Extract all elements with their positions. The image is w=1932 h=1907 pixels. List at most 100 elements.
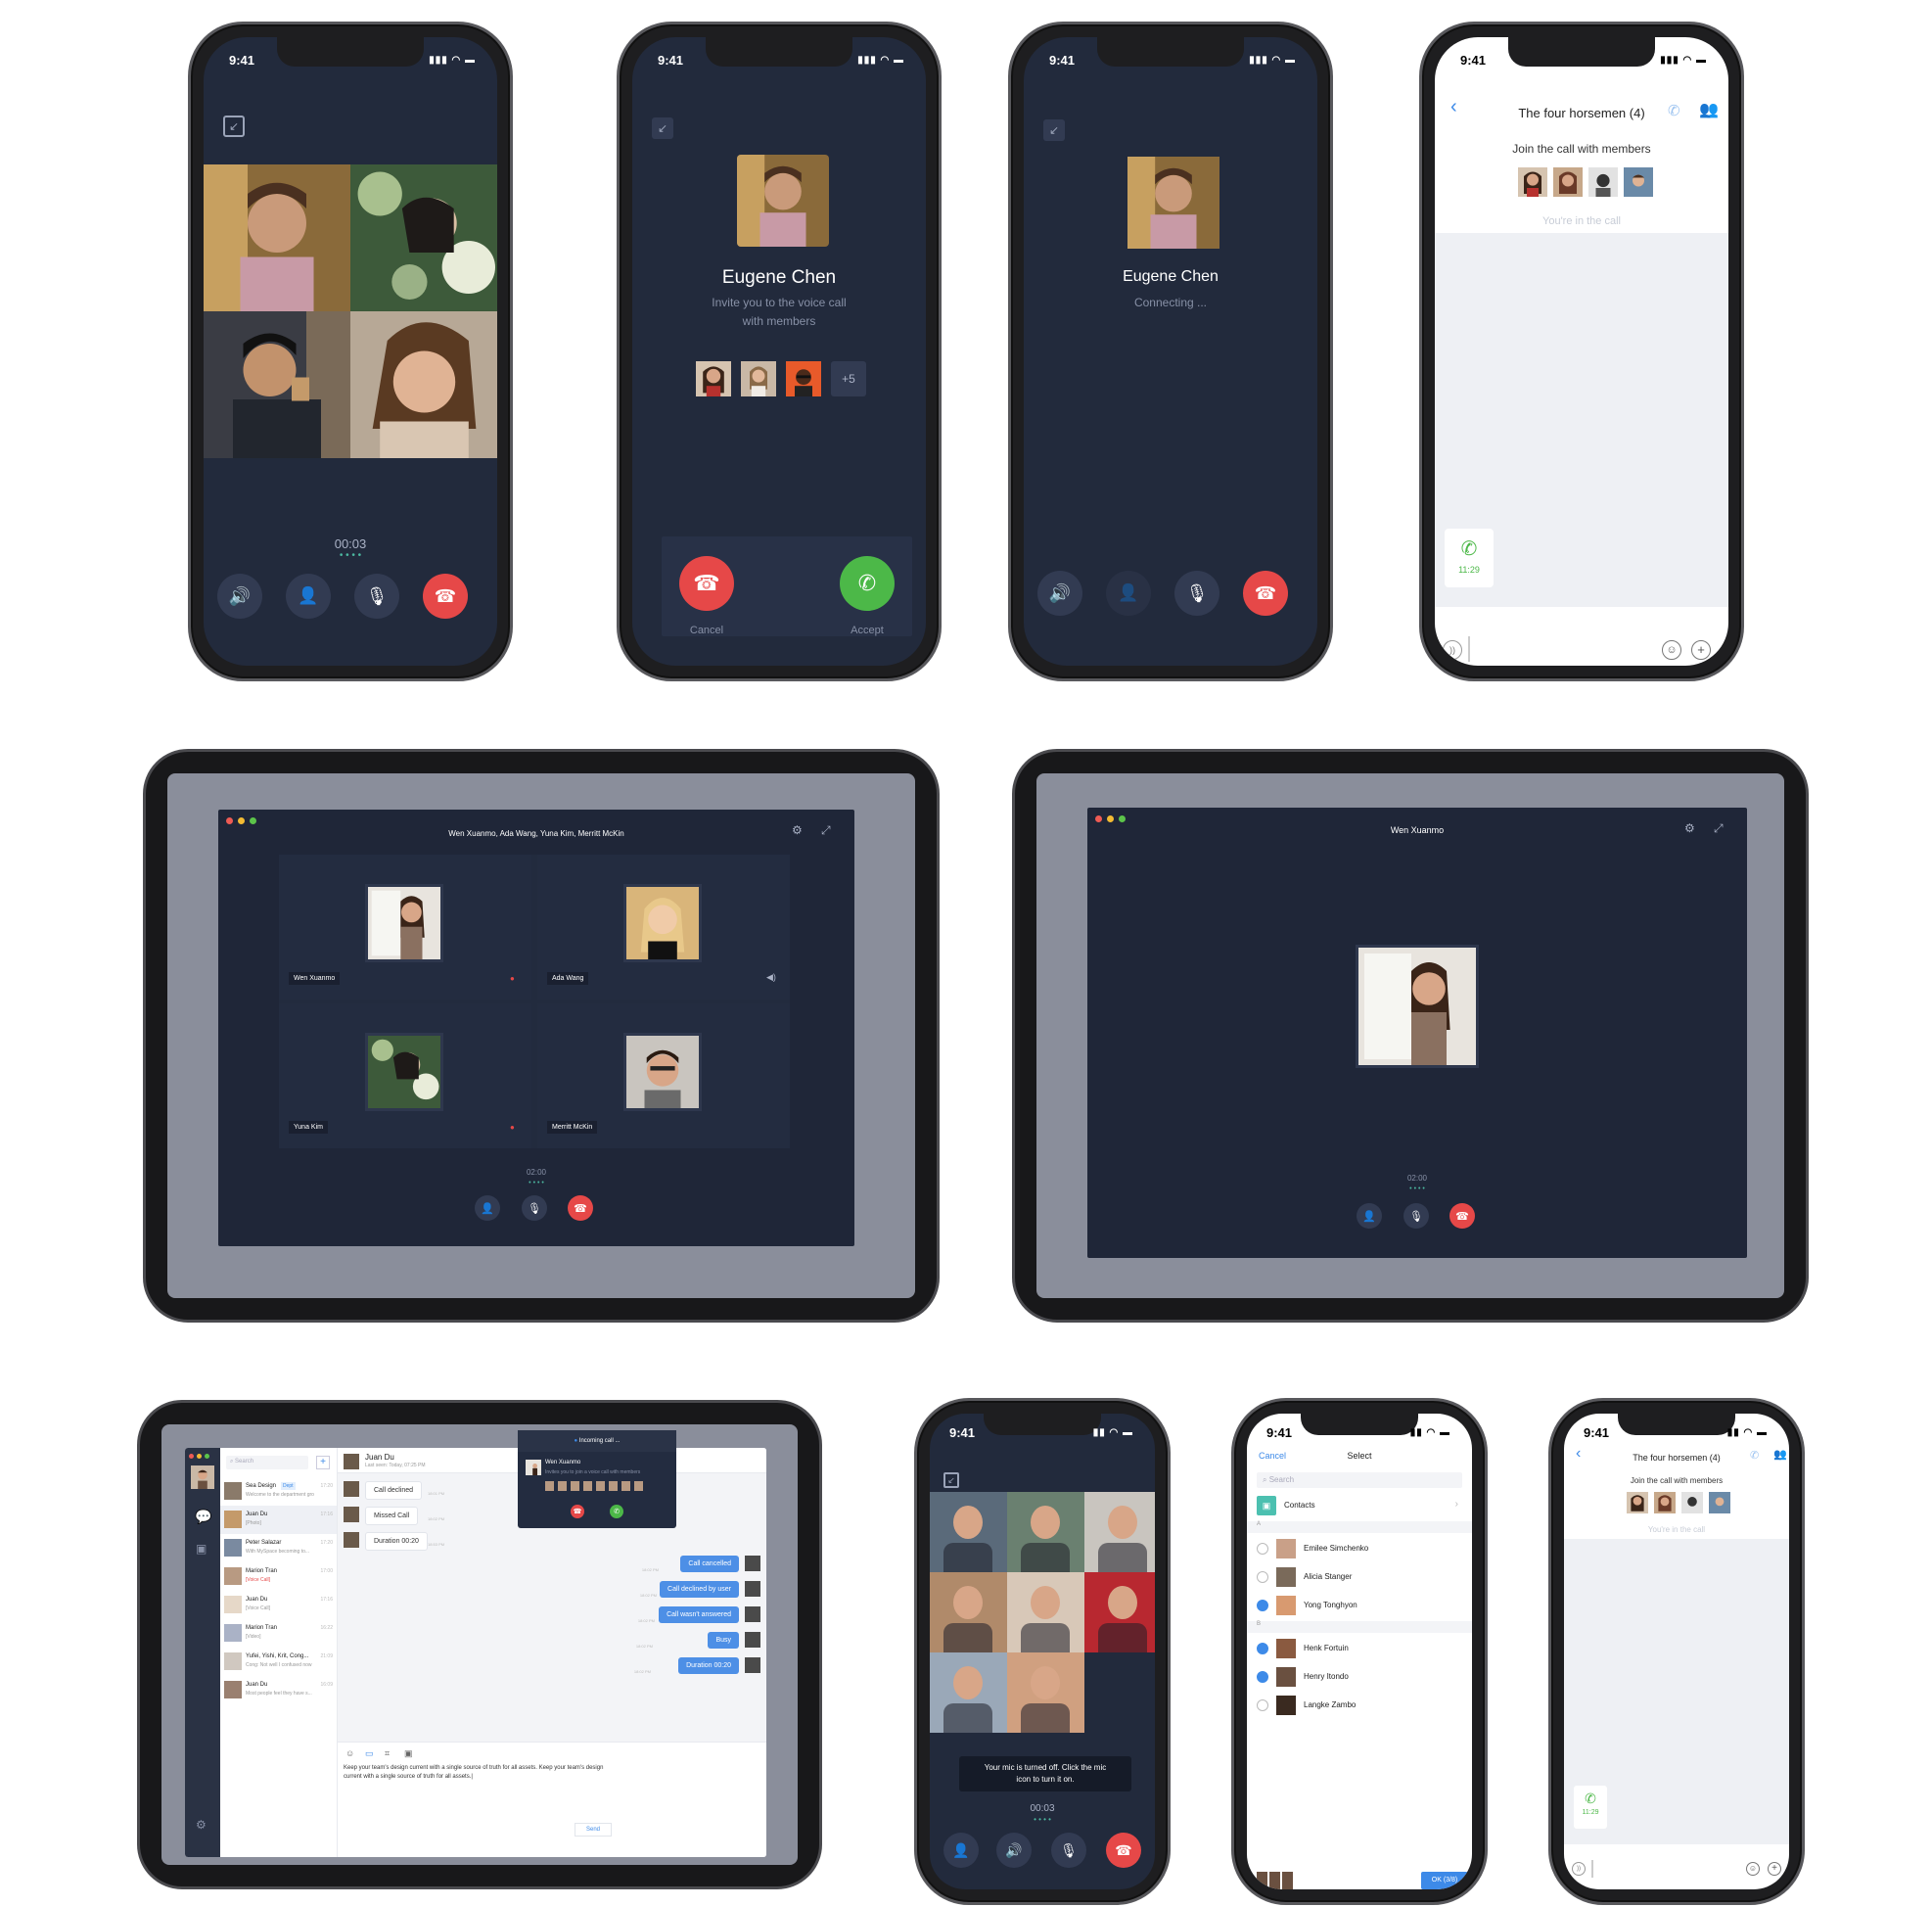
- select-checkbox[interactable]: [1257, 1699, 1268, 1711]
- decline-button[interactable]: ☎: [571, 1505, 584, 1518]
- folder-icon[interactable]: ▭: [365, 1748, 374, 1759]
- cancel-label: Cancel: [689, 625, 724, 636]
- hang-up-button[interactable]: ☎: [1243, 571, 1288, 616]
- avatar: [224, 1681, 242, 1698]
- mic-button[interactable]: 🎙: [354, 574, 399, 619]
- mic-button[interactable]: 🎙: [522, 1195, 547, 1221]
- add-icon[interactable]: +: [1768, 1862, 1781, 1876]
- contacts-row[interactable]: ▣ Contacts ›: [1257, 1496, 1462, 1515]
- select-checkbox[interactable]: [1257, 1643, 1268, 1654]
- mic-button[interactable]: 🎙: [1174, 571, 1219, 616]
- mic-button[interactable]: 🎙: [1051, 1833, 1086, 1868]
- expand-icon[interactable]: ⤢: [1714, 821, 1724, 836]
- ok-button[interactable]: OK (3/8): [1421, 1872, 1468, 1889]
- list-item-time: 17:20: [320, 1483, 333, 1489]
- expand-icon[interactable]: ⤢: [821, 823, 831, 838]
- select-checkbox[interactable]: [1257, 1571, 1268, 1583]
- speaker-button[interactable]: 🔊: [1037, 571, 1082, 616]
- minimize-icon[interactable]: ↙: [652, 117, 673, 139]
- emoji-icon[interactable]: ☺: [345, 1748, 354, 1758]
- send-button[interactable]: Send: [575, 1823, 612, 1837]
- select-checkbox[interactable]: [1257, 1671, 1268, 1683]
- hang-up-button[interactable]: ☎: [423, 574, 468, 619]
- call-card[interactable]: ✆ 11:29: [1445, 529, 1494, 587]
- mic-button[interactable]: 🎙: [1403, 1203, 1429, 1229]
- add-member-button[interactable]: 👤: [1357, 1203, 1382, 1229]
- search-placeholder: Search: [1268, 1475, 1295, 1484]
- minimize-icon[interactable]: ↙: [223, 116, 245, 137]
- gear-icon[interactable]: ⚙: [196, 1818, 207, 1832]
- add-member-button[interactable]: 👤: [943, 1833, 979, 1868]
- decline-button[interactable]: ☎: [679, 556, 734, 611]
- crop-icon[interactable]: ⌗: [385, 1748, 390, 1759]
- contact-row[interactable]: Yong Tonghyon: [1247, 1592, 1472, 1619]
- members-icon[interactable]: 👥: [1699, 100, 1719, 119]
- list-item[interactable]: Marion Tran [Video] 16:22: [220, 1619, 337, 1648]
- minimize-icon[interactable]: ↙: [1043, 119, 1065, 141]
- speaker-icon: ◀): [766, 972, 776, 982]
- speaker-button[interactable]: 🔊: [217, 574, 262, 619]
- hang-up-button[interactable]: ☎: [568, 1195, 593, 1221]
- contact-row[interactable]: Emilee Simchenko: [1247, 1535, 1472, 1562]
- add-member-button[interactable]: 👤: [475, 1195, 500, 1221]
- member-avatars: [545, 1481, 643, 1491]
- speaker-button[interactable]: 🔊: [996, 1833, 1032, 1868]
- search-input[interactable]: ⌕ Search: [226, 1456, 308, 1469]
- history-icon[interactable]: ▣: [404, 1748, 413, 1759]
- select-checkbox[interactable]: [1257, 1600, 1268, 1611]
- add-chat-button[interactable]: +: [316, 1456, 330, 1469]
- message-input[interactable]: [1468, 636, 1605, 662]
- minimize-icon[interactable]: ↙: [943, 1472, 959, 1488]
- phone-icon[interactable]: ✆: [1750, 1449, 1759, 1462]
- phone-incoming-call: 9:41 ▮▮▮ ◠ ▬ ↙ Eugene Chen Invite you to …: [617, 22, 942, 681]
- settings-icon[interactable]: ⚙: [792, 823, 803, 837]
- avatar[interactable]: [191, 1465, 214, 1489]
- status-time: 9:41: [1460, 53, 1487, 68]
- list-item[interactable]: Juan Du [Voice Call] 17:16: [220, 1591, 337, 1619]
- list-item[interactable]: Juan Du [Photo] 17:16: [220, 1506, 337, 1534]
- select-checkbox[interactable]: [1257, 1543, 1268, 1555]
- accept-button[interactable]: ✆: [840, 556, 895, 611]
- chat-icon[interactable]: 💬: [195, 1509, 211, 1525]
- participant-tile: Wen Xuanmo ●: [279, 855, 531, 1000]
- list-item[interactable]: Sea Design Dept Welcome to the department …: [220, 1477, 337, 1506]
- call-card[interactable]: ✆ 11:29: [1574, 1786, 1607, 1829]
- list-item[interactable]: Peter Salazar With MySpace becoming to...…: [220, 1534, 337, 1562]
- message-input[interactable]: [1591, 1860, 1689, 1878]
- join-call-text: Join the call with members: [1630, 1476, 1724, 1485]
- search-input[interactable]: ⌕ Search: [1257, 1472, 1462, 1488]
- voice-input-icon[interactable]: )): [1572, 1862, 1586, 1876]
- emoji-icon[interactable]: ☺: [1662, 640, 1681, 660]
- contacts-icon[interactable]: ▣: [196, 1542, 207, 1556]
- contact-row[interactable]: Langke Zambo: [1247, 1692, 1472, 1719]
- avatar: [344, 1481, 359, 1497]
- accept-button[interactable]: ✆: [610, 1505, 623, 1518]
- hang-up-button[interactable]: ☎: [1449, 1203, 1475, 1229]
- video-tile: [1084, 1492, 1155, 1572]
- contact-row[interactable]: Henry Itondo: [1247, 1663, 1472, 1691]
- members-icon[interactable]: 👥: [1773, 1448, 1787, 1461]
- add-icon[interactable]: +: [1691, 640, 1711, 660]
- list-item-message: [Video]: [246, 1634, 261, 1640]
- contact-row[interactable]: Henk Fortuin: [1247, 1635, 1472, 1662]
- call-timer: 00:03: [1030, 1803, 1055, 1814]
- voice-input-icon[interactable]: )): [1443, 640, 1462, 660]
- contact-row[interactable]: Alicia Stanger: [1247, 1563, 1472, 1591]
- hang-up-button[interactable]: ☎: [1106, 1833, 1141, 1868]
- incoming-call-popup: ● Incoming call ... Wen Xuanmo Invites y…: [518, 1430, 676, 1528]
- emoji-icon[interactable]: ☺: [1746, 1862, 1760, 1876]
- add-member-button[interactable]: 👤: [1106, 571, 1151, 616]
- window-controls[interactable]: [1095, 815, 1126, 822]
- settings-icon[interactable]: ⚙: [1684, 821, 1695, 835]
- message-input[interactable]: Keep your team's design current with a s…: [344, 1764, 618, 1782]
- connection-dots: • • • •: [339, 550, 362, 561]
- list-item[interactable]: Juan Du Most people feel they have s... 16…: [220, 1676, 337, 1704]
- add-member-button[interactable]: 👤: [286, 574, 331, 619]
- member-avatar: [1627, 1492, 1648, 1513]
- list-item[interactable]: Marion Tran [Voice Call] 17:00: [220, 1562, 337, 1591]
- phone-icon[interactable]: ✆: [1668, 102, 1680, 119]
- window-controls[interactable]: [189, 1454, 209, 1459]
- dept-badge: Dept: [281, 1482, 296, 1490]
- window-controls[interactable]: [226, 817, 256, 824]
- list-item[interactable]: Yufei, Yishi, Krit, Cong... Cong: Not wel…: [220, 1648, 337, 1676]
